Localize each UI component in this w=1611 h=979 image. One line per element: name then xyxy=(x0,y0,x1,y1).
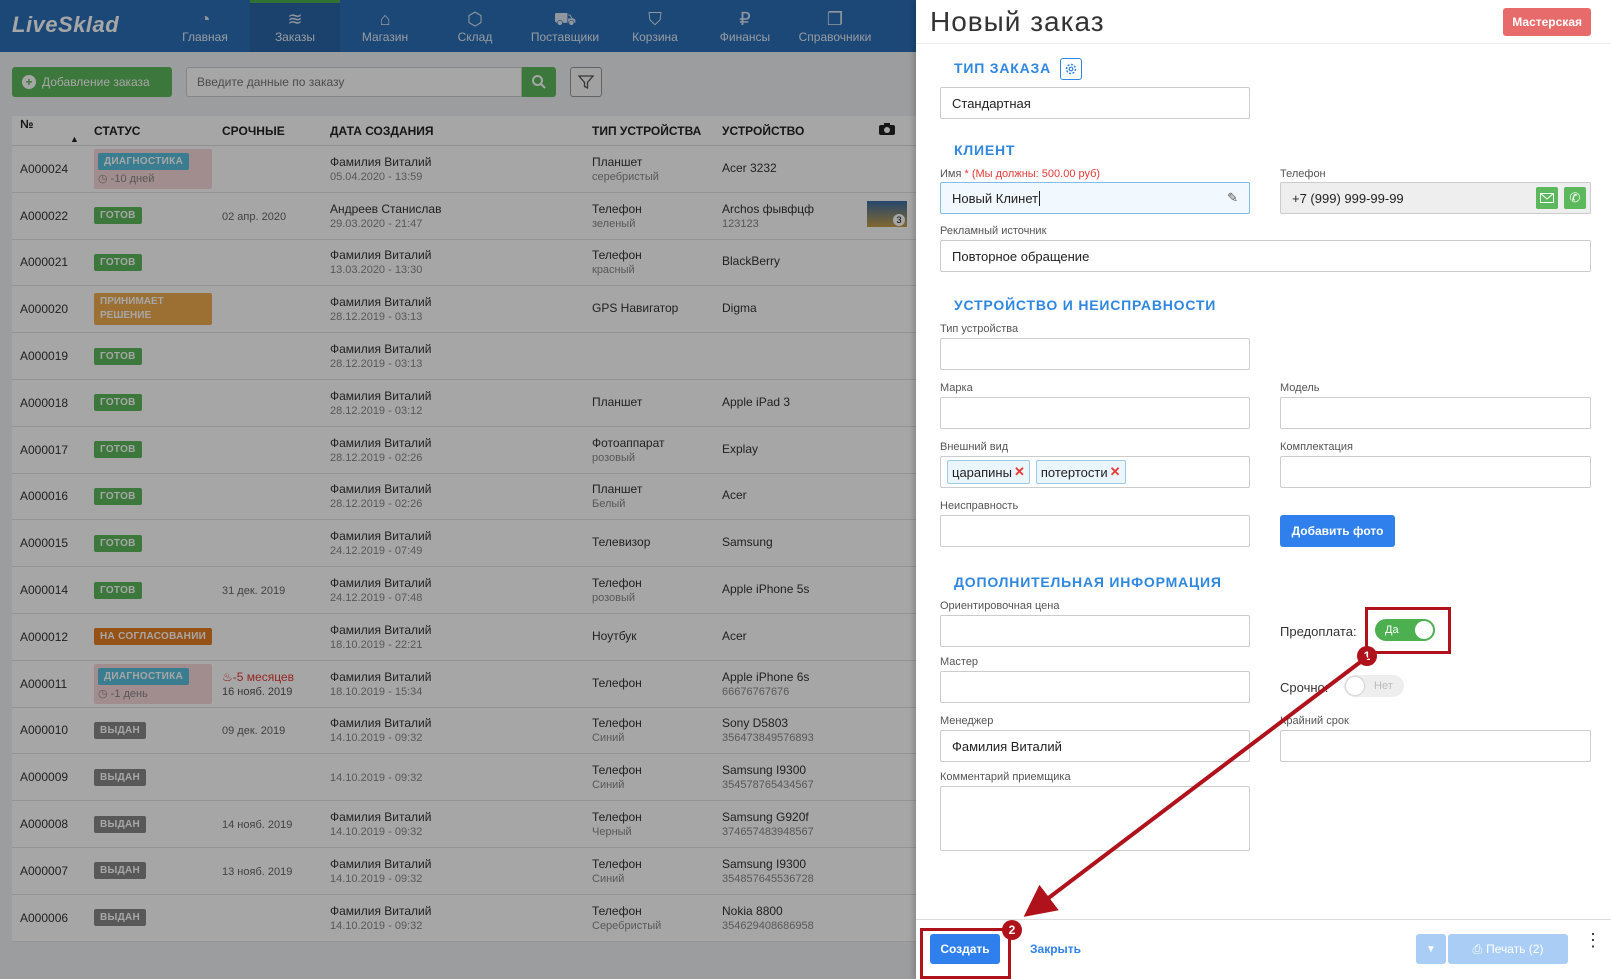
phone-label: Телефон xyxy=(1280,168,1326,180)
master-select[interactable] xyxy=(940,671,1250,703)
manager-label: Менеджер xyxy=(940,715,994,727)
email-icon[interactable] xyxy=(1536,187,1558,209)
orders-app: LiveSklad ◔ Главная ≋ Заказы ⌂ Магазин ⬡ Склад ⛟… xyxy=(0,0,916,979)
brand-input[interactable] xyxy=(940,397,1250,429)
kit-label: Комплектация xyxy=(1280,441,1353,453)
print-dropdown-button[interactable]: ▼ xyxy=(1416,934,1446,964)
client-name-input[interactable]: Новый Клинет ✎ xyxy=(940,182,1250,214)
ad-source-select[interactable]: Повторное обращение xyxy=(940,240,1591,272)
manager-select[interactable]: Фамилия Виталий xyxy=(940,730,1250,762)
appearance-label: Внешний вид xyxy=(940,441,1009,453)
remove-tag-icon[interactable]: ✕ xyxy=(1014,464,1025,480)
model-label: Модель xyxy=(1280,382,1320,394)
workshop-badge[interactable]: Мастерская xyxy=(1503,7,1591,36)
phone-call-icon[interactable]: ✆ xyxy=(1564,187,1586,209)
brand-label: Марка xyxy=(940,382,973,394)
annotation-box-prepay xyxy=(1365,607,1451,654)
panel-header: Новый заказ Мастерская xyxy=(916,0,1611,44)
device-type-label: Тип устройства xyxy=(940,323,1019,335)
ad-source-label: Рекламный источник xyxy=(940,225,1047,237)
add-photo-button[interactable]: Добавить фото xyxy=(1280,515,1395,547)
section-device: УСТРОЙСТВО И НЕИСПРАВНОСТИ xyxy=(954,297,1217,313)
price-label: Ориентировочная цена xyxy=(940,600,1060,612)
annotation-box-create xyxy=(920,928,1011,979)
urgent-toggle[interactable]: Нет xyxy=(1344,675,1404,697)
appearance-tag: царапины ✕ xyxy=(947,460,1030,484)
name-label: Имя * (Мы должны: 500.00 руб) xyxy=(940,168,1101,180)
urgent-label: Срочно: xyxy=(1280,680,1329,695)
modal-overlay[interactable] xyxy=(0,0,916,979)
remove-tag-icon[interactable]: ✕ xyxy=(1110,464,1121,480)
deadline-input[interactable] xyxy=(1280,730,1591,762)
print-button[interactable]: ⎙ Печать (2) xyxy=(1448,934,1568,964)
comment-label: Комментарий приемщика xyxy=(940,771,1071,783)
settings-gear-icon[interactable] xyxy=(1060,58,1082,80)
panel-title: Новый заказ xyxy=(930,5,1105,37)
device-type-input[interactable] xyxy=(940,338,1250,370)
deadline-label: Крайний срок xyxy=(1280,715,1349,727)
section-order-type: ТИП ЗАКАЗА xyxy=(954,60,1051,76)
fault-label: Неисправность xyxy=(940,500,1019,512)
printer-icon: ⎙ xyxy=(1472,941,1483,956)
section-extra-info: ДОПОЛНИТЕЛЬНАЯ ИНФОРМАЦИЯ xyxy=(954,574,1222,590)
order-type-select[interactable]: Стандартная xyxy=(940,87,1250,119)
close-button[interactable]: Закрыть xyxy=(1030,942,1081,956)
master-label: Мастер xyxy=(940,656,979,668)
appearance-tags-input[interactable]: царапины ✕ потертости ✕ xyxy=(940,456,1250,488)
prepay-label: Предоплата: xyxy=(1280,624,1357,639)
caret-down-icon: ▼ xyxy=(1426,943,1436,955)
fault-input[interactable] xyxy=(940,515,1250,547)
section-client: КЛИЕНТ xyxy=(954,142,1016,158)
annotation-number-1: 1 xyxy=(1357,646,1377,666)
kit-input[interactable] xyxy=(1280,456,1591,488)
new-order-panel: Новый заказ Мастерская ТИП ЗАКАЗА Станда… xyxy=(916,0,1611,979)
estimated-price-input[interactable] xyxy=(940,615,1250,647)
edit-pencil-icon[interactable]: ✎ xyxy=(1227,190,1238,206)
comment-textarea[interactable] xyxy=(940,786,1250,851)
model-input[interactable] xyxy=(1280,397,1591,429)
phone-input[interactable]: +7 (999) 999-99-99 ✆ xyxy=(1280,182,1591,214)
more-vertical-icon[interactable]: ⋮ xyxy=(1584,931,1602,949)
annotation-number-2: 2 xyxy=(1002,920,1022,940)
appearance-tag: потертости ✕ xyxy=(1035,460,1126,484)
